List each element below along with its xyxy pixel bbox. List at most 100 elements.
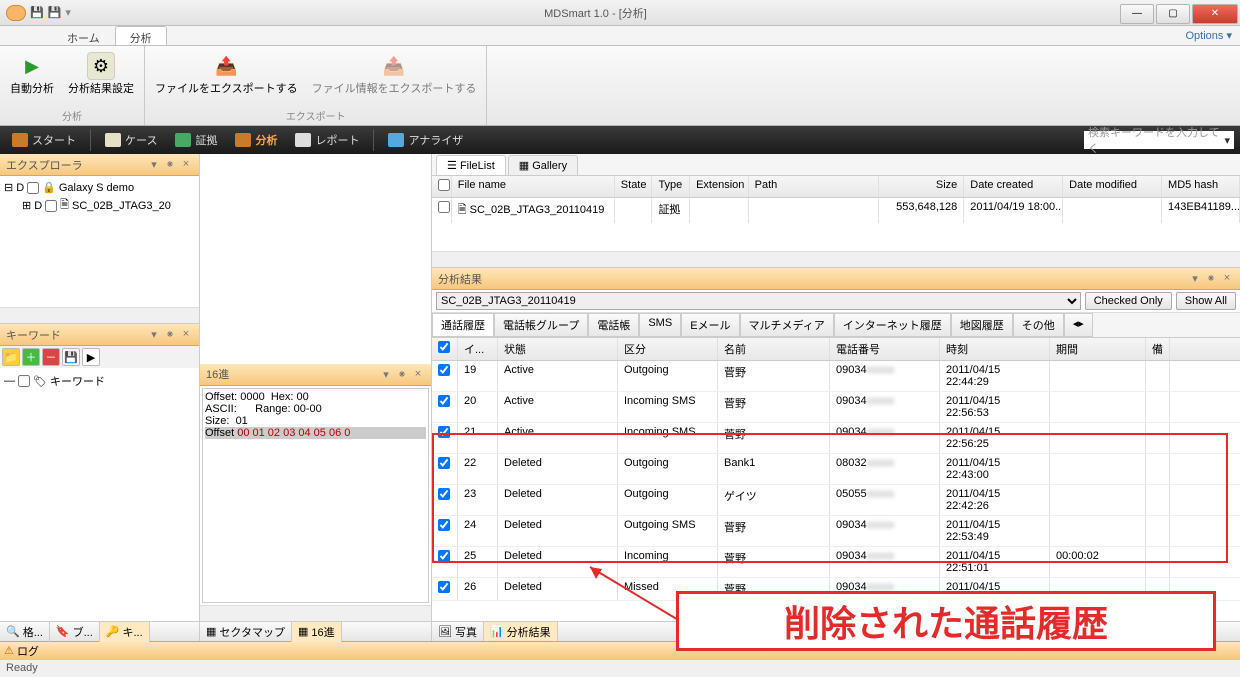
rtab-5[interactable]: マルチメディア: [740, 313, 834, 337]
results-grid[interactable]: イ... 状態 区分 名前 電話番号 時刻 期間 備 19ActiveOutgo…: [432, 338, 1240, 621]
left-tab-1[interactable]: 🔖ブ...: [50, 622, 100, 642]
hex-icon: ▦: [298, 625, 308, 638]
options-menu[interactable]: Options ▾: [1186, 29, 1233, 42]
cmd-evidence[interactable]: 証拠: [169, 132, 223, 148]
report-icon: [295, 133, 311, 147]
result-category-tabs: 通話履歴 電話帳グループ 電話帳 SMS Eメール マルチメディア インターネッ…: [432, 313, 1240, 338]
scrollbar[interactable]: [0, 307, 199, 323]
table-row[interactable]: 22DeletedOutgoing Bank108032xxxxx 2011/0…: [432, 454, 1240, 485]
cmd-start[interactable]: スタート: [6, 132, 82, 148]
auto-analyze-button[interactable]: ▶ 自動分析: [6, 50, 58, 106]
export-file-button[interactable]: 📤 ファイルをエクスポートする: [151, 50, 302, 106]
folder-icon: [105, 133, 121, 147]
cmd-analysis[interactable]: 分析: [229, 132, 283, 148]
qat-save2-icon[interactable]: 💾: [48, 6, 62, 19]
window-titlebar: 💾 💾 ▾ MDSmart 1.0 - [分析] — ▢ ✕: [0, 0, 1240, 26]
rtab-3[interactable]: SMS: [639, 313, 681, 337]
rtab-2[interactable]: 電話帳: [588, 313, 639, 337]
kw-remove-button[interactable]: －: [42, 348, 60, 366]
play-icon: ▶: [18, 52, 46, 80]
rtab-8[interactable]: その他: [1013, 313, 1064, 337]
filelist-tabs: ☰ FileList ▦ Gallery: [432, 154, 1240, 176]
device-icon: [175, 133, 191, 147]
scrollbar[interactable]: [432, 251, 1240, 267]
tag-icon: 🏷: [33, 375, 47, 388]
results-icon: 📊: [490, 625, 504, 638]
table-row[interactable]: 20ActiveIncoming SMS 菅野09034xxxxx 2011/0…: [432, 392, 1240, 423]
ribbon-group-label: エクスポート: [286, 106, 346, 125]
bookmark-icon: 🔖: [56, 625, 70, 638]
source-select[interactable]: SC_02B_JTAG3_20110419: [436, 292, 1081, 310]
explorer-tree[interactable]: ⊟D🔒Galaxy S demo ⊞D🗎SC_02B_JTAG3_20: [0, 176, 199, 307]
tab-filelist[interactable]: ☰ FileList: [436, 155, 506, 175]
cmd-report[interactable]: レポート: [289, 132, 365, 148]
list-icon: ☰: [447, 160, 457, 172]
close-button[interactable]: ✕: [1192, 4, 1238, 24]
minimize-button[interactable]: —: [1120, 4, 1154, 24]
rtab-0[interactable]: 通話履歴: [432, 313, 494, 337]
mid-tab-0[interactable]: ▦セクタマップ: [200, 622, 292, 642]
search-icon: 🔍: [6, 625, 20, 638]
result-config-button[interactable]: ⚙ 分析結果設定: [64, 50, 138, 106]
show-all-button[interactable]: Show All: [1176, 292, 1236, 310]
app-orb[interactable]: [6, 5, 26, 21]
qat-save-icon[interactable]: 💾: [30, 6, 44, 19]
disk-icon: 🗎: [60, 196, 69, 215]
hex-view[interactable]: Offset: 0000 Hex: 00ASCII: Range: 00-00S…: [202, 388, 429, 604]
cmd-analyzer[interactable]: アナライザ: [382, 132, 469, 148]
window-title: MDSmart 1.0 - [分析]: [71, 5, 1120, 21]
table-row[interactable]: 21ActiveIncoming SMS 菅野09034xxxxx 2011/0…: [432, 423, 1240, 454]
left-tab-0[interactable]: 🔍格...: [0, 622, 50, 642]
ribbon: ▶ 自動分析 ⚙ 分析結果設定 分析 📤 ファイルをエクスポートする 📤 ファイ…: [0, 46, 1240, 126]
key-icon: 🔑: [106, 625, 120, 638]
right-tab-1[interactable]: 📊分析結果: [484, 622, 558, 642]
file-icon: 🗎: [458, 204, 467, 216]
kw-save-button[interactable]: 💾: [62, 348, 80, 366]
maximize-button[interactable]: ▢: [1156, 4, 1190, 24]
keyword-tree[interactable]: —🏷キーワード: [0, 368, 199, 498]
status-bar: Ready: [0, 659, 1240, 677]
warning-icon: ⚠: [4, 644, 14, 657]
checked-only-button[interactable]: Checked Only: [1085, 292, 1172, 310]
rtab-1[interactable]: 電話帳グループ: [494, 313, 588, 337]
export-file-icon: 📤: [212, 52, 240, 80]
analyzer-icon: [388, 133, 404, 147]
panel-menu-icon[interactable]: ⁕: [163, 158, 177, 171]
table-row[interactable]: 🗎 SC_02B_JTAG3_20110419 証拠 553,648,128 2…: [432, 198, 1240, 223]
mid-tab-1[interactable]: ▦16進: [292, 622, 342, 642]
tab-gallery[interactable]: ▦ Gallery: [508, 155, 578, 175]
export-info-button[interactable]: 📤 ファイル情報をエクスポートする: [308, 50, 481, 106]
table-row[interactable]: 24DeletedOutgoing SMS 菅野09034xxxxx 2011/…: [432, 516, 1240, 547]
right-tab-0[interactable]: 🖼写真: [432, 622, 484, 642]
table-row[interactable]: 19ActiveOutgoing 菅野09034xxxxx 2011/04/15…: [432, 361, 1240, 392]
left-tab-strip: 🔍格... 🔖ブ... 🔑キ...: [0, 621, 199, 641]
export-info-icon: 📤: [380, 52, 408, 80]
analysis-icon: [235, 133, 251, 147]
explorer-panel-header: エクスプローラ ▾⁕×: [0, 154, 199, 176]
command-bar: スタート ケース 証拠 分析 レポート アナライザ 検索キーワードを入力してく▾: [0, 126, 1240, 154]
rtab-4[interactable]: Eメール: [681, 313, 739, 337]
left-tab-2[interactable]: 🔑キ...: [100, 622, 150, 642]
table-row[interactable]: 25DeletedIncoming 菅野09034xxxxx 2011/04/1…: [432, 547, 1240, 578]
panel-close-icon[interactable]: ×: [179, 158, 193, 171]
lock-icon: 🔒: [42, 181, 56, 194]
rtab-more[interactable]: ◂▸: [1064, 313, 1093, 337]
rtab-6[interactable]: インターネット履歴: [834, 313, 951, 337]
kw-add-button[interactable]: ＋: [22, 348, 40, 366]
search-input[interactable]: 検索キーワードを入力してく▾: [1084, 131, 1234, 149]
file-table[interactable]: File name State Type Extension Path Size…: [432, 176, 1240, 268]
rtab-7[interactable]: 地図履歴: [951, 313, 1013, 337]
scrollbar[interactable]: [200, 605, 431, 621]
kw-run-button[interactable]: ▶: [82, 348, 100, 366]
results-panel-header: 分析結果 ▾⁕×: [432, 268, 1240, 290]
ribbon-tab-strip: ホーム 分析 Options ▾: [0, 26, 1240, 46]
table-row[interactable]: 23DeletedOutgoing ゲイツ05055xxxxx 2011/04/…: [432, 485, 1240, 516]
tab-analysis[interactable]: 分析: [115, 26, 167, 45]
kw-open-button[interactable]: 📁: [2, 348, 20, 366]
config-icon: ⚙: [87, 52, 115, 80]
pin-icon[interactable]: ▾: [147, 158, 161, 171]
gallery-icon: ▦: [519, 160, 529, 172]
tab-home[interactable]: ホーム: [52, 26, 115, 45]
photo-icon: 🖼: [438, 625, 452, 638]
cmd-case[interactable]: ケース: [99, 132, 163, 148]
